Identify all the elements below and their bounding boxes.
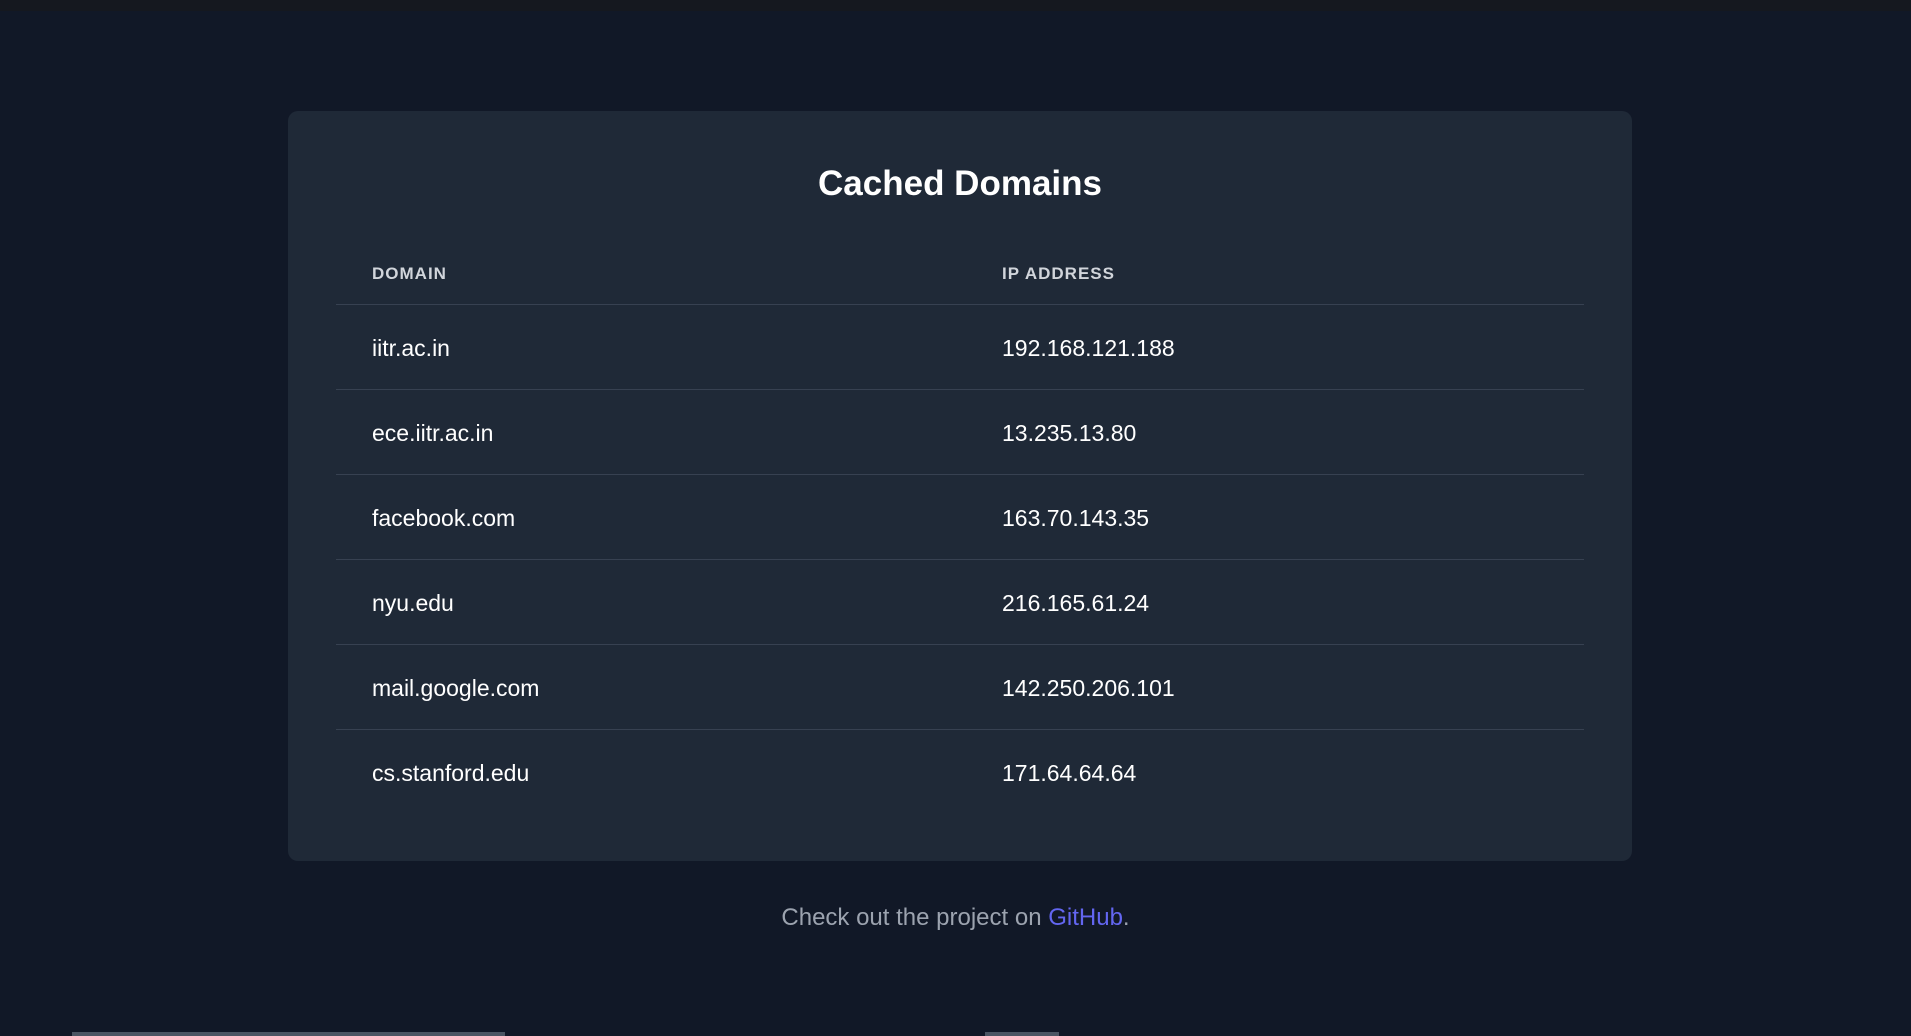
ip-address-cell: 216.165.61.24 [1002,590,1150,616]
ip-address-cell: 13.235.13.80 [1002,420,1137,446]
table-row: facebook.com 163.70.143.35 [336,475,1584,560]
domain-cell: nyu.edu [372,590,454,616]
card-title: Cached Domains [818,164,1102,203]
ip-address-cell: 163.70.143.35 [1002,505,1150,531]
footer-prefix: Check out the project on [781,904,1049,931]
domains-table: DOMAIN IP ADDRESS iitr.ac.in 192.168.121… [336,249,1584,814]
scrollbar-marker [985,1032,1059,1036]
footer-suffix: . [1122,904,1130,931]
domain-cell: facebook.com [372,505,516,531]
table-header: DOMAIN IP ADDRESS [336,249,1584,305]
domain-cell: mail.google.com [372,675,540,701]
column-header-domain: DOMAIN [372,264,447,283]
horizontal-scrollbar-thumb[interactable] [72,1032,505,1036]
ip-address-cell: 192.168.121.188 [1002,335,1175,361]
table-row: nyu.edu 216.165.61.24 [336,560,1584,645]
ip-address-cell: 171.64.64.64 [1002,760,1137,786]
column-header-ip-address: IP ADDRESS [1002,264,1115,283]
domain-cell: cs.stanford.edu [372,760,530,786]
domain-cell: ece.iitr.ac.in [372,420,494,446]
table-row: mail.google.com 142.250.206.101 [336,645,1584,730]
table-row: ece.iitr.ac.in 13.235.13.80 [336,390,1584,475]
ip-address-cell: 142.250.206.101 [1002,675,1175,701]
browser-top-strip [0,0,1911,11]
footer-note: Check out the project on GitHub. [0,903,1911,933]
github-link[interactable]: GitHub [1048,904,1123,931]
table-row: iitr.ac.in 192.168.121.188 [336,305,1584,390]
cached-domains-card: Cached Domains DOMAIN IP ADDRESS iitr.ac… [288,111,1632,861]
table-row: cs.stanford.edu 171.64.64.64 [336,730,1584,814]
domain-cell: iitr.ac.in [372,335,450,361]
